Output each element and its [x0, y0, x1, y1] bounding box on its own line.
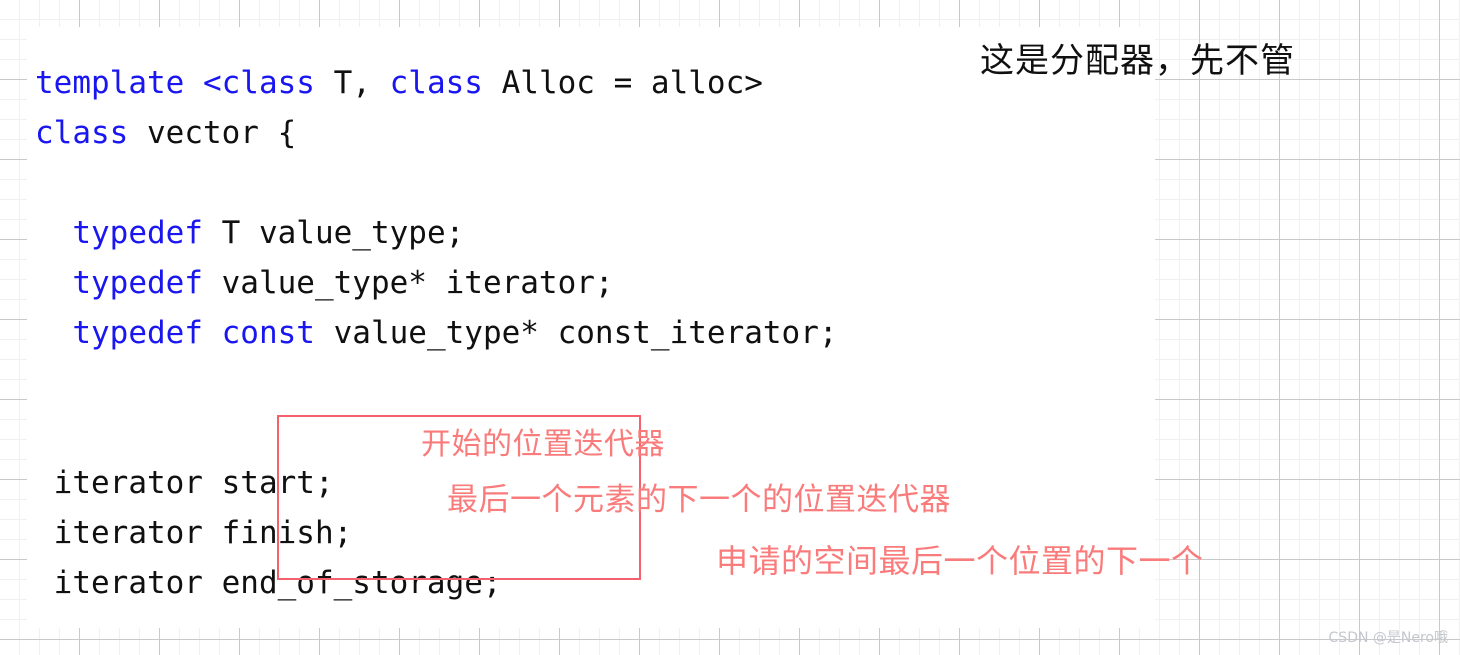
- code-keyword: typedef const: [72, 315, 315, 351]
- code-keyword: template <class: [35, 65, 315, 101]
- annotation-finish-iterator: 最后一个元素的下一个的位置迭代器: [447, 482, 951, 518]
- code-text: Alloc = alloc>: [482, 65, 763, 101]
- line-class-vector: class vector {: [35, 108, 838, 158]
- line-typedef-const-iterator: typedef const value_type* const_iterator…: [35, 308, 838, 358]
- code-text: value_type* const_iterator;: [314, 315, 838, 351]
- line-template: template <class T, class Alloc = alloc>: [35, 58, 838, 108]
- csdn-watermark: CSDN @是Nero哦: [1328, 630, 1448, 646]
- annotation-allocator: 这是分配器，先不管: [980, 41, 1295, 81]
- line-blank-2: [35, 358, 838, 408]
- code-text: T,: [314, 65, 390, 101]
- code-keyword: typedef: [72, 215, 203, 251]
- code-text: vector {: [128, 115, 297, 151]
- annotation-start-iterator: 开始的位置迭代器: [421, 427, 665, 462]
- code-text: value_type* iterator;: [202, 265, 614, 301]
- code-keyword: class: [389, 65, 483, 101]
- annotation-end-of-storage: 申请的空间最后一个位置的下一个: [716, 542, 1204, 580]
- code-keyword: typedef: [72, 265, 203, 301]
- line-blank-1: [35, 158, 838, 208]
- code-keyword: class: [35, 115, 129, 151]
- line-typedef-iterator: typedef value_type* iterator;: [35, 258, 838, 308]
- code-text: T value_type;: [202, 215, 465, 251]
- line-typedef-value-type: typedef T value_type;: [35, 208, 838, 258]
